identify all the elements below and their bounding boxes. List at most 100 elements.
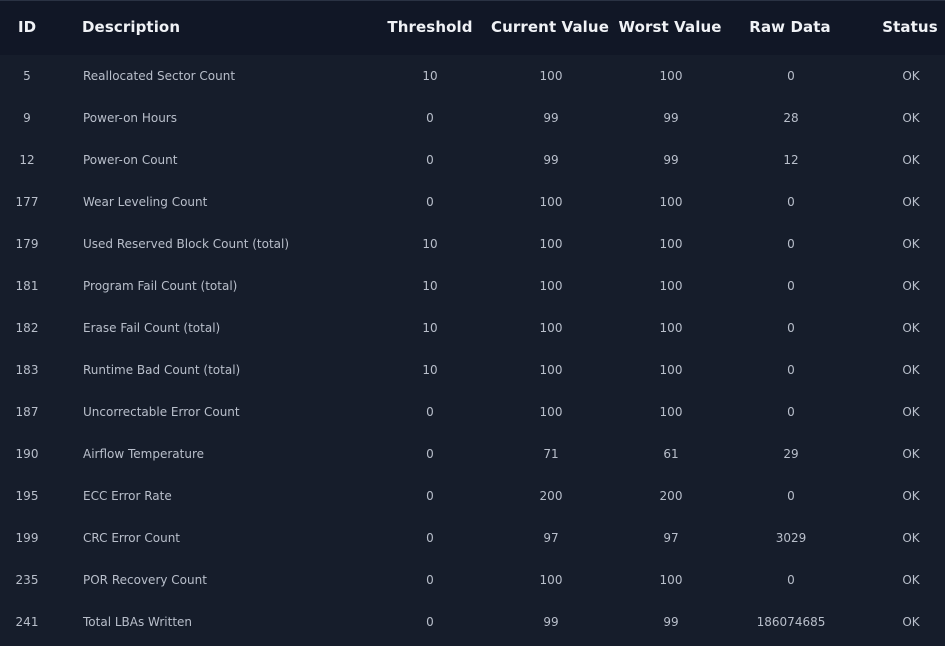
cell-raw-data: 3029	[775, 531, 807, 545]
cell-threshold: 0	[426, 531, 434, 545]
cell-raw-data: 0	[787, 237, 795, 251]
cell-description: Total LBAs Written	[83, 615, 193, 629]
cell-threshold: 0	[426, 573, 434, 587]
cell-current-value: 100	[539, 69, 563, 83]
cell-threshold: 0	[426, 489, 434, 503]
table-row[interactable]: 12 Power-on Count 0 99 99 12 OK	[0, 139, 945, 181]
cell-id: 179	[15, 237, 39, 251]
cell-id: 9	[23, 111, 31, 125]
cell-id: 241	[15, 615, 39, 629]
cell-raw-data: 0	[787, 279, 795, 293]
cell-status: OK	[902, 405, 920, 419]
cell-id: 181	[15, 279, 39, 293]
table-row[interactable]: 177 Wear Leveling Count 0 100 100 0 OK	[0, 181, 945, 223]
cell-id: 190	[15, 447, 39, 461]
cell-description: ECC Error Rate	[83, 489, 172, 503]
cell-raw-data: 0	[787, 405, 795, 419]
cell-id: 182	[15, 321, 39, 335]
cell-current-value: 100	[539, 405, 563, 419]
cell-threshold: 0	[426, 615, 434, 629]
table-row[interactable]: 190 Airflow Temperature 0 71 61 29 OK	[0, 433, 945, 475]
cell-worst-value: 100	[659, 195, 683, 209]
cell-threshold: 0	[426, 111, 434, 125]
cell-worst-value: 99	[663, 615, 679, 629]
cell-id: 5	[23, 69, 31, 83]
cell-worst-value: 100	[659, 69, 683, 83]
cell-threshold: 10	[422, 279, 438, 293]
cell-id: 195	[15, 489, 39, 503]
cell-description: POR Recovery Count	[83, 573, 207, 587]
cell-current-value: 100	[539, 321, 563, 335]
cell-worst-value: 61	[663, 447, 679, 461]
table-header: ID Description Threshold Current Value W…	[0, 0, 945, 55]
cell-worst-value: 99	[663, 111, 679, 125]
cell-status: OK	[902, 279, 920, 293]
column-header-threshold[interactable]: Threshold	[387, 18, 472, 36]
cell-current-value: 97	[543, 531, 559, 545]
cell-worst-value: 100	[659, 573, 683, 587]
column-header-id[interactable]: ID	[18, 18, 36, 36]
cell-description: Used Reserved Block Count (total)	[83, 237, 290, 251]
cell-raw-data: 29	[783, 447, 799, 461]
cell-description: Wear Leveling Count	[83, 195, 208, 209]
cell-threshold: 0	[426, 447, 434, 461]
cell-id: 199	[15, 531, 39, 545]
cell-threshold: 0	[426, 405, 434, 419]
cell-current-value: 71	[543, 447, 559, 461]
column-header-status[interactable]: Status	[882, 18, 937, 36]
column-header-worst-value[interactable]: Worst Value	[618, 18, 721, 36]
cell-threshold: 10	[422, 321, 438, 335]
cell-status: OK	[902, 489, 920, 503]
column-header-description[interactable]: Description	[82, 18, 180, 36]
table-row[interactable]: 5 Reallocated Sector Count 10 100 100 0 OK	[0, 55, 945, 97]
cell-description: Runtime Bad Count (total)	[83, 363, 241, 377]
cell-raw-data: 186074685	[756, 615, 826, 629]
cell-current-value: 99	[543, 153, 559, 167]
cell-id: 12	[19, 153, 35, 167]
cell-current-value: 100	[539, 195, 563, 209]
cell-description: Power-on Hours	[83, 111, 177, 125]
column-header-current-value[interactable]: Current Value	[491, 18, 609, 36]
cell-description: Power-on Count	[83, 153, 178, 167]
table-row[interactable]: 241 Total LBAs Written 0 99 99 186074685 OK	[0, 601, 945, 643]
cell-current-value: 100	[539, 237, 563, 251]
cell-current-value: 100	[539, 279, 563, 293]
cell-worst-value: 100	[659, 363, 683, 377]
cell-id: 177	[15, 195, 39, 209]
cell-status: OK	[902, 615, 920, 629]
cell-status: OK	[902, 195, 920, 209]
cell-threshold: 0	[426, 195, 434, 209]
table-row[interactable]: 179 Used Reserved Block Count (total) 10 10…	[0, 223, 945, 265]
cell-description: Erase Fail Count (total)	[83, 321, 221, 335]
table-row[interactable]: 235 POR Recovery Count 0 100 100 0 OK	[0, 559, 945, 601]
cell-current-value: 99	[543, 111, 559, 125]
table-row[interactable]: 181 Program Fail Count (total) 10 100 100 0 OK	[0, 265, 945, 307]
table-row[interactable]: 9 Power-on Hours 0 99 99 28 OK	[0, 97, 945, 139]
cell-status: OK	[902, 447, 920, 461]
smart-attributes-table: ID Description Threshold Current Value W…	[0, 0, 945, 646]
cell-raw-data: 0	[787, 321, 795, 335]
table-row[interactable]: 187 Uncorrectable Error Count 0 100 100 0 OK	[0, 391, 945, 433]
table-row[interactable]: 183 Runtime Bad Count (total) 10 100 100 0 OK	[0, 349, 945, 391]
cell-worst-value: 99	[663, 153, 679, 167]
cell-threshold: 0	[426, 153, 434, 167]
cell-id: 183	[15, 363, 39, 377]
cell-threshold: 10	[422, 363, 438, 377]
column-header-raw-data[interactable]: Raw Data	[749, 18, 830, 36]
cell-current-value: 100	[539, 363, 563, 377]
table-row[interactable]: 195 ECC Error Rate 0 200 200 0 OK	[0, 475, 945, 517]
cell-raw-data: 0	[787, 489, 795, 503]
cell-status: OK	[902, 111, 920, 125]
cell-raw-data: 0	[787, 69, 795, 83]
cell-status: OK	[902, 363, 920, 377]
cell-threshold: 10	[422, 237, 438, 251]
cell-worst-value: 100	[659, 237, 683, 251]
cell-raw-data: 0	[787, 195, 795, 209]
cell-description: Airflow Temperature	[83, 447, 205, 461]
table-row[interactable]: 182 Erase Fail Count (total) 10 100 100 0 OK	[0, 307, 945, 349]
cell-description: Reallocated Sector Count	[83, 69, 236, 83]
cell-status: OK	[902, 153, 920, 167]
table-row[interactable]: 199 CRC Error Count 0 97 97 3029 OK	[0, 517, 945, 559]
cell-id: 235	[15, 573, 39, 587]
cell-raw-data: 0	[787, 363, 795, 377]
